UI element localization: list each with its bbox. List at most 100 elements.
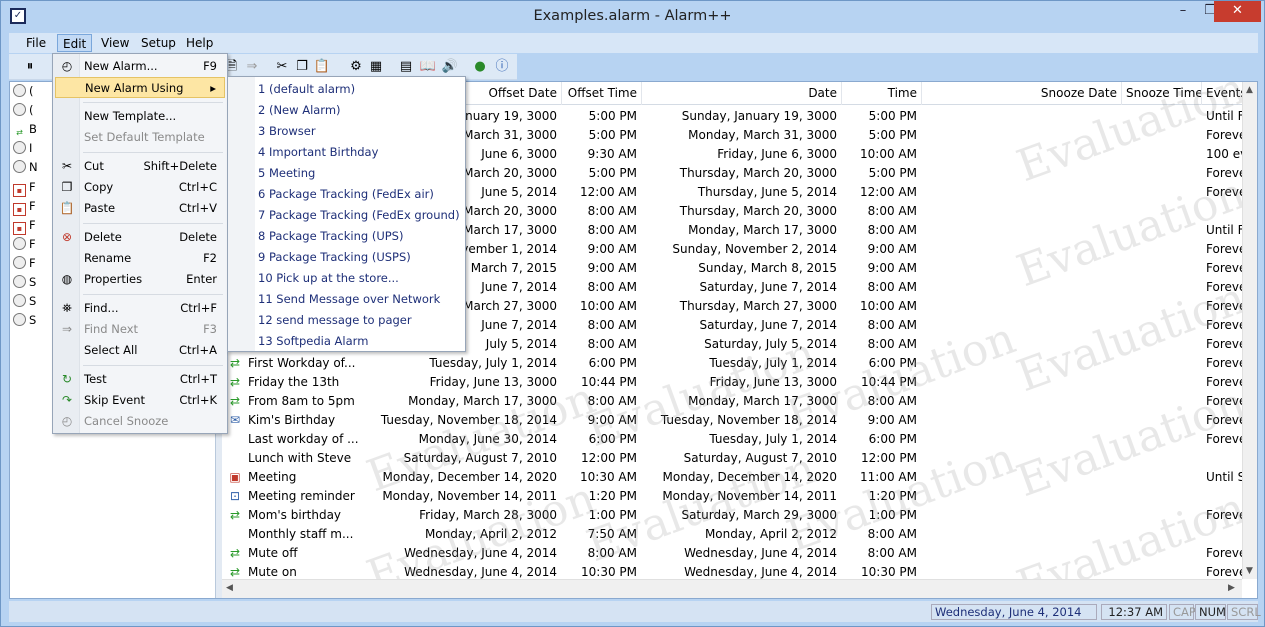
clock-icon: [13, 294, 26, 308]
info-icon[interactable]: ⓘ: [493, 58, 511, 76]
submenu-item[interactable]: 10 Pick up at the store...: [258, 268, 399, 289]
tree-item-label: F: [29, 217, 36, 232]
menu-item-find[interactable]: ⛯ Find... Ctrl+F: [55, 298, 225, 319]
table-row[interactable]: ⇄ Mute off Wednesday, June 4, 2014 8:00 AM W…: [222, 544, 1246, 563]
submenu-item[interactable]: 9 Package Tracking (USPS): [258, 247, 411, 268]
arrow-right-icon[interactable]: ⇒: [243, 58, 261, 76]
cell-time: 12:00 PM: [861, 451, 917, 465]
menu-item-new-alarm[interactable]: ◴ New Alarm... F9: [55, 56, 225, 77]
menu-item-label: Skip Event: [84, 393, 146, 407]
menu-help[interactable]: Help: [181, 34, 218, 52]
tree-item[interactable]: F: [13, 236, 36, 252]
properties-icon[interactable]: ▦: [367, 58, 385, 76]
menu-item-new-alarm-using[interactable]: New Alarm Using ▸: [55, 77, 225, 98]
tree-item[interactable]: N: [13, 160, 38, 175]
table-row[interactable]: ⊡ Meeting reminder Monday, November 14, 20…: [222, 487, 1242, 506]
menu-item-skip-event[interactable]: ↷ Skip Event Ctrl+K: [55, 390, 225, 411]
scroll-up-icon[interactable]: ▲: [1246, 85, 1253, 95]
submenu-item[interactable]: 13 Softpedia Alarm: [258, 331, 368, 352]
col-offset-time[interactable]: Offset Time: [562, 82, 642, 105]
menu-view[interactable]: View: [96, 34, 134, 52]
menu-item-new-template[interactable]: New Template...: [55, 106, 225, 127]
tree-item[interactable]: (: [13, 103, 34, 118]
cell-date: Monday, March 17, 3000: [688, 223, 837, 237]
submenu-item[interactable]: 4 Important Birthday: [258, 142, 378, 163]
table-row[interactable]: Lunch with Steve Saturday, August 7, 2010…: [222, 449, 1242, 468]
speaker-icon[interactable]: 🔊: [441, 58, 459, 76]
menu-file[interactable]: File: [21, 34, 51, 52]
vertical-scrollbar[interactable]: ▲ ▼: [1242, 82, 1257, 579]
menu-item-properties[interactable]: ◍ Properties Enter: [55, 269, 225, 290]
close-button[interactable]: ✕: [1214, 1, 1261, 22]
tree-item[interactable]: F: [13, 255, 36, 271]
tree-item[interactable]: ▪ F: [13, 180, 36, 197]
cell-date: Tuesday, July 1, 2014: [709, 356, 837, 370]
calendar-icon[interactable]: ▤: [397, 58, 415, 76]
submenu-item[interactable]: 12 send message to pager: [258, 310, 412, 331]
window-title: Examples.alarm - Alarm++: [533, 8, 732, 24]
tree-item-label: S: [29, 313, 37, 328]
gear-icon[interactable]: ⚙: [347, 58, 365, 76]
copy-icon[interactable]: ❐: [293, 58, 311, 76]
menu-edit[interactable]: Edit: [57, 34, 93, 52]
menu-item-copy[interactable]: ❐ Copy Ctrl+C: [55, 177, 225, 198]
paste-icon[interactable]: 📋: [313, 58, 331, 76]
tree-item[interactable]: S: [13, 294, 36, 309]
menu-setup[interactable]: Setup: [136, 34, 181, 52]
col-time[interactable]: Time: [842, 82, 922, 105]
menu-item-select-all[interactable]: Select All Ctrl+A: [55, 340, 225, 361]
submenu-item[interactable]: 7 Package Tracking (FedEx ground): [258, 205, 460, 226]
horizontal-scrollbar[interactable]: ◀ ▶: [222, 579, 1242, 598]
scroll-left-icon[interactable]: ◀: [226, 583, 233, 593]
tree-item[interactable]: I: [13, 141, 32, 156]
submenu-item[interactable]: 8 Package Tracking (UPS): [258, 226, 403, 247]
tree-item[interactable]: ⇄ B: [13, 122, 37, 137]
submenu-item[interactable]: 11 Send Message over Network: [258, 289, 440, 310]
cell-offset-time: 7:50 AM: [587, 527, 637, 541]
minimize-button[interactable]: –: [1169, 1, 1197, 22]
col-date[interactable]: Date: [642, 82, 842, 105]
submenu-item[interactable]: 6 Package Tracking (FedEx air): [258, 184, 434, 205]
menu-item-rename[interactable]: Rename F2: [55, 248, 225, 269]
tree-item[interactable]: ▪ F: [13, 199, 36, 216]
globe-icon[interactable]: ●: [471, 58, 489, 76]
status-scrl: SCRL: [1227, 604, 1261, 620]
cell-offset-time: 5:00 PM: [588, 166, 637, 180]
tree-item[interactable]: (: [13, 84, 34, 99]
book-icon[interactable]: 📖: [419, 58, 437, 76]
menu-item-cut[interactable]: ✂ Cut Shift+Delete: [55, 156, 225, 177]
tree-item[interactable]: S: [13, 275, 36, 290]
status-num: NUM: [1195, 604, 1226, 620]
scroll-right-icon[interactable]: ▶: [1228, 583, 1235, 593]
status-time: 12:37 AM: [1101, 604, 1167, 620]
pause-icon[interactable]: ⏸: [21, 58, 39, 76]
cell-events: [1206, 525, 1246, 544]
tree-item[interactable]: ▪ F: [13, 217, 36, 235]
tree-item[interactable]: S: [13, 313, 36, 328]
table-row[interactable]: Monthly staff m... Monday, April 2, 2012 7…: [222, 525, 1242, 544]
table-row[interactable]: ⇄ First Workday of... Tuesday, July 1, 201…: [222, 354, 1246, 373]
menu-item-test[interactable]: ↻ Test Ctrl+T: [55, 369, 225, 390]
table-row[interactable]: ⇄ From 8am to 5pm Monday, March 17, 3000 8:…: [222, 392, 1246, 411]
menu-item-paste[interactable]: 📋 Paste Ctrl+V: [55, 198, 225, 219]
cell-offset-time: 1:00 PM: [588, 508, 637, 522]
submenu-item[interactable]: 5 Meeting: [258, 163, 315, 184]
submenu-item[interactable]: 3 Browser: [258, 121, 316, 142]
cell-time: 8:00 AM: [867, 394, 917, 408]
cut-icon[interactable]: ✂: [273, 58, 291, 76]
scroll-down-icon[interactable]: ▼: [1246, 566, 1253, 576]
submenu-item[interactable]: 1 (default alarm): [258, 79, 355, 100]
table-row[interactable]: ⇄ Mom's birthday Friday, March 28, 3000 1:0…: [222, 506, 1246, 525]
table-row[interactable]: ✉ Kim's Birthday Tuesday, November 18, 201…: [222, 411, 1246, 430]
cell-name: Last workday of ...: [248, 432, 359, 446]
menu-item-delete[interactable]: ⊗ Delete Delete: [55, 227, 225, 248]
table-row[interactable]: ⇄ Friday the 13th Friday, June 13, 3000 10:…: [222, 373, 1246, 392]
table-row[interactable]: ▣ Meeting Monday, December 14, 2020 10:30 A…: [222, 468, 1245, 487]
cell-offset-date: Tuesday, November 18, 2014: [380, 413, 557, 427]
cell-events: [1206, 202, 1246, 221]
col-snooze-time[interactable]: Snooze Time: [1122, 82, 1202, 105]
cell-name: Monthly staff m...: [248, 527, 354, 541]
submenu-item[interactable]: 2 (New Alarm): [258, 100, 341, 121]
table-row[interactable]: Last workday of ... Monday, June 30, 2014…: [222, 430, 1246, 449]
col-snooze-date[interactable]: Snooze Date: [922, 82, 1122, 105]
